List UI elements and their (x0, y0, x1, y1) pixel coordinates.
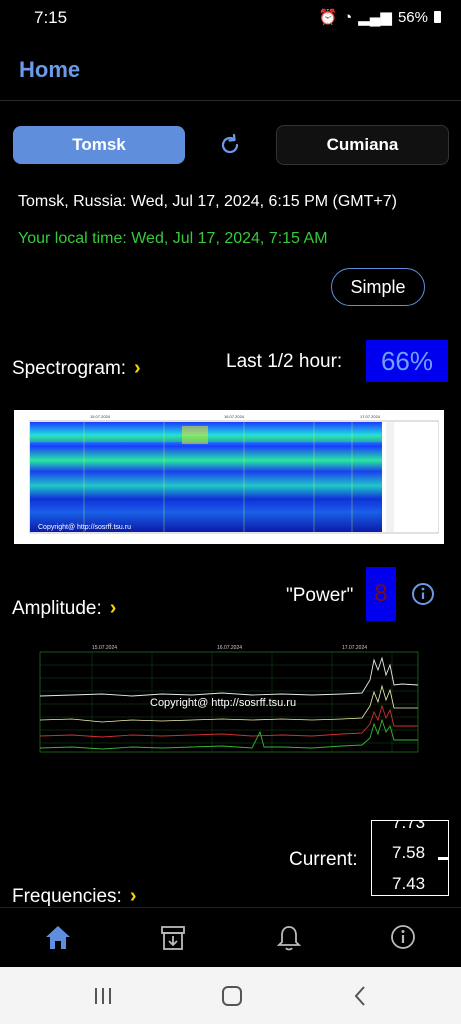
spectrogram-image[interactable]: 15.07.2024 16.07.2024 17.07.2024 Copyrig… (14, 410, 444, 544)
system-nav-bar (0, 967, 461, 1024)
spectrogram-link[interactable]: Spectrogram: › (12, 357, 141, 380)
chevron-right-icon: › (109, 597, 117, 619)
current-marker (438, 857, 448, 860)
info-icon[interactable] (390, 924, 416, 950)
info-icon[interactable] (411, 582, 435, 606)
current-value-prev: 7.73 (392, 820, 426, 832)
battery-percent: 56% (397, 8, 428, 26)
current-value-next: 7.43 (392, 874, 426, 893)
local-time: Your local time: Wed, Jul 17, 2024, 7:15… (18, 230, 328, 247)
amplitude-chart[interactable]: 15.07.2024 16.07.2024 17.07.2024 Copyrig… (12, 640, 448, 762)
page-title: Home (19, 57, 81, 82)
bottom-nav (0, 907, 461, 968)
back-icon[interactable] (352, 985, 368, 1007)
last-half-hour-label: Last 1/2 hour: (226, 351, 343, 372)
spectro-date-1: 15.07.2024 (90, 414, 111, 419)
power-label: "Power" (286, 585, 354, 606)
bell-icon[interactable] (276, 924, 302, 952)
cumiana-button[interactable]: Cumiana (276, 125, 449, 165)
status-time: 7:15 (34, 8, 68, 27)
alarm-icon: ⏰ (318, 9, 338, 26)
status-icons: ⏰ ◔ ▂▄▆ 56% (319, 8, 441, 26)
last-half-hour-value: 66% (366, 340, 448, 382)
amp-date-1: 15.07.2024 (92, 645, 117, 651)
archive-icon[interactable] (160, 925, 186, 951)
home-system-icon[interactable] (221, 985, 243, 1007)
refresh-icon[interactable] (218, 133, 242, 157)
home-icon[interactable] (44, 924, 72, 950)
location-time: Tomsk, Russia: Wed, Jul 17, 2024, 6:15 P… (18, 193, 397, 210)
frequencies-label: Frequencies: (12, 886, 122, 907)
chevron-right-icon: › (129, 885, 137, 907)
signal-icon: ▂▄▆ (358, 9, 392, 26)
current-label: Current: (289, 849, 358, 870)
current-value: 7.58 (392, 843, 426, 862)
amp-date-3: 17.07.2024 (342, 645, 367, 651)
recent-apps-icon[interactable] (92, 986, 114, 1006)
spectrogram-label: Spectrogram: (12, 358, 127, 379)
amplitude-label: Amplitude: (12, 598, 102, 619)
spectro-date-2: 16.07.2024 (224, 414, 245, 419)
wifi-icon: ◔ (343, 8, 353, 26)
tomsk-button[interactable]: Tomsk (13, 126, 185, 164)
spectro-copyright: Copyright@ http://sosrff.tsu.ru (38, 524, 131, 531)
status-bar: 7:15 ⏰ ◔ ▂▄▆ 56% (0, 0, 461, 34)
simple-mode-button[interactable]: Simple (331, 268, 425, 306)
amp-date-2: 16.07.2024 (217, 645, 242, 651)
chevron-right-icon: › (134, 357, 141, 379)
frequencies-link[interactable]: Frequencies: › (12, 885, 137, 908)
amplitude-link[interactable]: Amplitude: › (12, 597, 116, 620)
spectro-date-3: 17.07.2024 (360, 414, 381, 419)
battery-icon (434, 11, 441, 23)
amp-copyright: Copyright@ http://sosrff.tsu.ru (150, 697, 296, 709)
power-value: 8 (366, 567, 396, 621)
current-value-picker[interactable]: 7.73 7.58 7.43 (371, 820, 449, 896)
